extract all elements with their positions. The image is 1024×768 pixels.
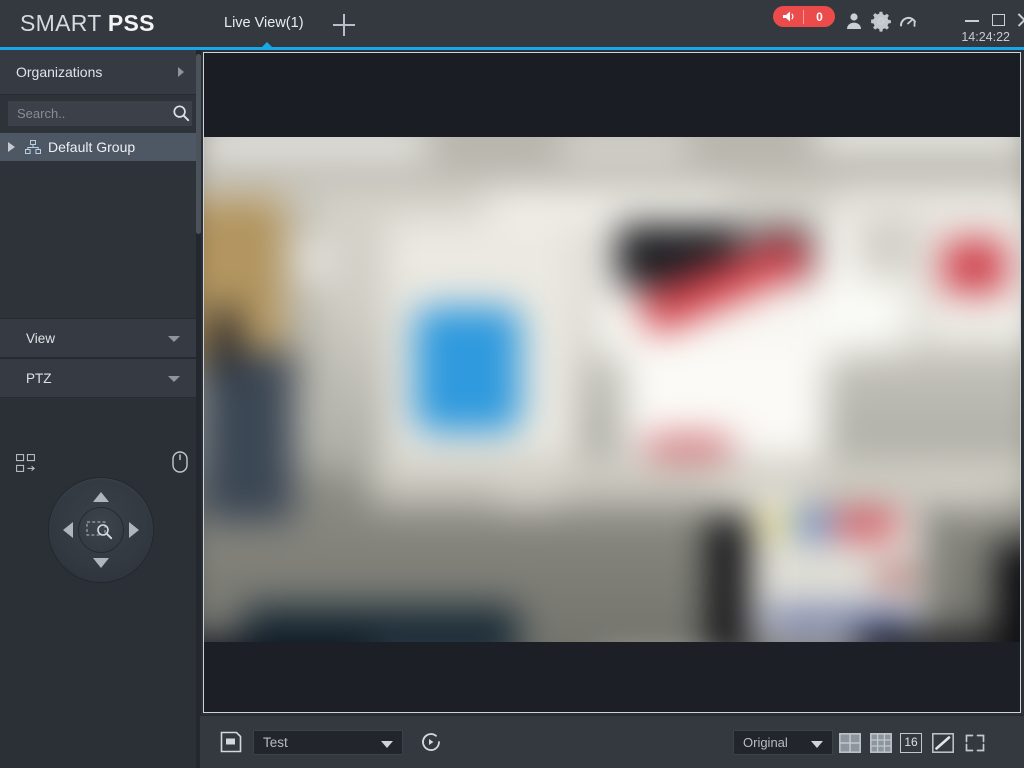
chevron-down-icon	[168, 376, 180, 382]
sidebar-scrollbar-thumb[interactable]	[196, 54, 201, 234]
tab-active-caret	[261, 42, 273, 48]
search-icon[interactable]	[172, 104, 190, 122]
video-pane[interactable]	[203, 52, 1021, 713]
video-letterbox-bottom	[204, 642, 1020, 712]
layout-16-label: 16	[900, 733, 922, 753]
ptz-right-button[interactable]	[129, 522, 139, 538]
smart-pss-window: SMART PSS Live View(1) 0 14:24:22 Organi…	[0, 0, 1024, 768]
alarm-count: 0	[816, 9, 823, 24]
organizations-header[interactable]: Organizations	[0, 50, 200, 95]
fullscreen-icon[interactable]	[964, 733, 986, 753]
sidebar-scrollbar[interactable]	[196, 50, 201, 768]
chevron-down-icon	[168, 336, 180, 342]
gauge-icon[interactable]	[897, 10, 919, 32]
ptz-down-button[interactable]	[93, 558, 109, 568]
tour-refresh-icon[interactable]	[419, 730, 443, 754]
sitemap-icon	[25, 139, 41, 155]
layout-16-icon[interactable]: 16	[900, 733, 922, 753]
brand-suffix: PSS	[107, 10, 155, 36]
user-icon[interactable]	[843, 10, 865, 32]
live-camera-feed	[204, 53, 1020, 712]
panel-label-ptz: PTZ	[26, 371, 52, 386]
chevron-down-icon	[811, 741, 823, 748]
video-letterbox-top	[204, 53, 1020, 137]
aspect-select[interactable]: Original	[733, 730, 833, 755]
clock: 14:24:22	[961, 30, 1010, 44]
close-button[interactable]	[1012, 7, 1024, 33]
ptz-left-button[interactable]	[63, 522, 73, 538]
zoom-area-icon[interactable]	[79, 508, 123, 552]
layout-9-icon[interactable]	[870, 733, 892, 753]
panel-header-ptz[interactable]: PTZ	[0, 358, 200, 398]
chevron-right-icon	[178, 67, 184, 77]
bottom-toolbar: Test Original 16	[200, 715, 1024, 768]
panel-label-view: View	[26, 331, 56, 346]
tree-item-default-group[interactable]: Default Group	[0, 133, 200, 161]
mouse-icon[interactable]	[172, 451, 188, 478]
layout-4-icon[interactable]	[839, 733, 861, 753]
alarm-badge[interactable]: 0	[773, 6, 835, 27]
add-tab-button[interactable]	[330, 11, 358, 39]
panel-header-view[interactable]: View	[0, 318, 200, 358]
ptz-up-button[interactable]	[93, 492, 109, 502]
ptz-joystick[interactable]	[49, 478, 153, 582]
speaker-icon	[782, 10, 797, 23]
brand-prefix: SMART	[20, 10, 108, 36]
app-logo: SMART PSS	[20, 10, 155, 37]
grid-arrow-icon[interactable]	[16, 454, 38, 479]
organizations-label: Organizations	[16, 64, 103, 80]
title-bar: SMART PSS Live View(1) 0 14:24:22	[0, 0, 1024, 50]
save-icon[interactable]	[220, 731, 242, 753]
search-bar	[0, 96, 200, 130]
preset-select-value: Test	[263, 735, 288, 750]
ptz-panel: Step	[0, 399, 200, 768]
aspect-select-value: Original	[743, 735, 788, 750]
preset-select[interactable]: Test	[253, 730, 403, 755]
tree-item-label: Default Group	[48, 139, 136, 155]
gear-icon[interactable]	[870, 10, 892, 32]
layout-custom-icon[interactable]	[932, 733, 954, 753]
search-input[interactable]	[8, 101, 192, 126]
chevron-down-icon	[381, 741, 393, 748]
chevron-right-icon[interactable]	[8, 142, 15, 152]
header-accent-right	[332, 47, 1024, 50]
sidebar: Organizations Default	[0, 50, 200, 768]
tab-live-view[interactable]: Live View(1)	[224, 15, 304, 31]
